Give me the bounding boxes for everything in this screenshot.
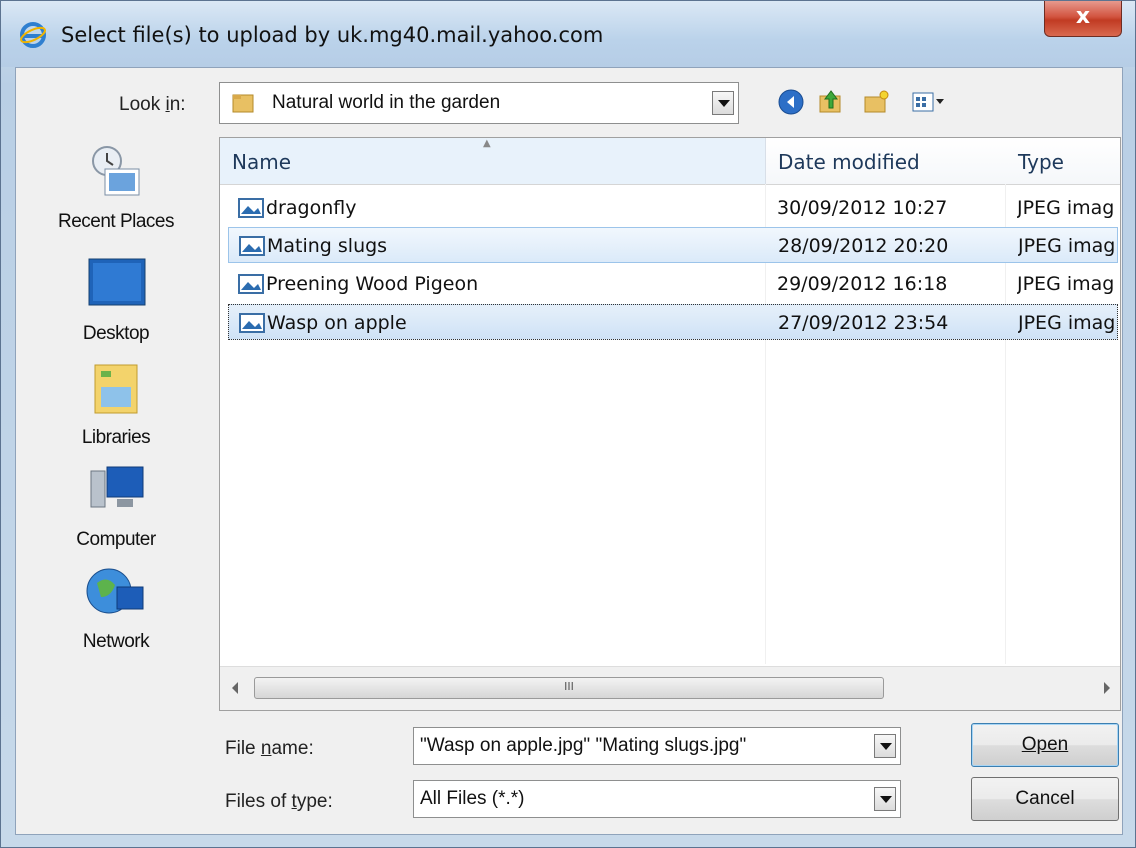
column-header-name[interactable] (220, 138, 766, 184)
sidebar-item-desktop[interactable]: Desktop (41, 255, 191, 345)
up-folder-icon[interactable] (817, 88, 845, 116)
sidebar-item-label: Recent Places (57, 211, 175, 232)
file-row-dragonfly[interactable]: dragonfly 30/09/2012 10:27 JPEG imag (228, 190, 1118, 226)
open-button[interactable]: Open (971, 723, 1119, 767)
file-date: 28/09/2012 20:20 (778, 235, 949, 257)
scroll-thumb[interactable]: III (254, 677, 884, 699)
sort-ascending-icon: ▲ (483, 138, 491, 149)
file-name-label: File name: (225, 738, 314, 759)
recent-places-icon (92, 146, 140, 196)
view-menu-icon[interactable] (911, 88, 947, 116)
open-button-label: Open (1021, 734, 1069, 755)
computer-icon (90, 466, 144, 508)
file-type-value: All Files (*.*) (420, 788, 525, 809)
scroll-left-arrow-icon[interactable] (230, 681, 240, 695)
look-in-label: Look in: (119, 94, 186, 115)
desktop-icon (88, 258, 146, 306)
sidebar-item-label: Libraries (81, 427, 151, 448)
file-type: JPEG imag (1018, 312, 1116, 334)
cancel-button[interactable]: Cancel (971, 777, 1119, 821)
column-header-name-label[interactable]: Name (232, 150, 291, 174)
internet-explorer-icon (20, 22, 46, 48)
horizontal-scrollbar[interactable]: III (220, 666, 1120, 710)
look-in-value: Natural world in the garden (272, 92, 501, 113)
file-name: Wasp on apple (267, 312, 407, 334)
file-row-mating-slugs[interactable]: Mating slugs 28/09/2012 20:20 JPEG imag (228, 227, 1118, 263)
file-name-input[interactable]: "Wasp on apple.jpg" "Mating slugs.jpg" (413, 727, 901, 765)
file-name-dropdown-button[interactable] (874, 734, 896, 758)
file-date: 27/09/2012 23:54 (778, 312, 949, 334)
new-folder-icon[interactable] (863, 88, 891, 116)
file-dialog-window: Select file(s) to upload by uk.mg40.mail… (0, 0, 1136, 848)
file-name: Mating slugs (267, 235, 388, 257)
file-name: dragonfly (266, 197, 357, 219)
image-file-icon (239, 236, 265, 256)
image-file-icon (238, 274, 264, 294)
close-button[interactable]: x (1044, 1, 1122, 37)
scroll-right-arrow-icon[interactable] (1102, 681, 1112, 695)
sidebar-item-label: Desktop (82, 323, 150, 344)
sidebar-item-recent-places[interactable]: Recent Places (41, 143, 191, 233)
back-icon[interactable] (777, 88, 805, 116)
file-type: JPEG imag (1017, 273, 1115, 295)
file-name: Preening Wood Pigeon (266, 273, 479, 295)
folder-icon (232, 94, 254, 113)
file-list[interactable]: ▲ Name Date modified Type dragonfly 30/0… (219, 137, 1121, 711)
file-date: 29/09/2012 16:18 (777, 273, 948, 295)
sidebar-item-label: Computer (76, 529, 156, 550)
file-type-select[interactable]: All Files (*.*) (413, 780, 901, 818)
file-type-dropdown-button[interactable] (874, 787, 896, 811)
libraries-icon (94, 364, 138, 414)
file-row-wasp-on-apple[interactable]: Wasp on apple 27/09/2012 23:54 JPEG imag (228, 304, 1118, 340)
file-row-preening-wood-pigeon[interactable]: Preening Wood Pigeon 29/09/2012 16:18 JP… (228, 266, 1118, 302)
file-date: 30/09/2012 10:27 (777, 197, 948, 219)
column-header-row: ▲ Name Date modified Type (220, 138, 1120, 185)
image-file-icon (238, 198, 264, 218)
network-icon (86, 568, 144, 614)
sidebar-item-libraries[interactable]: Libraries (41, 359, 191, 449)
file-type: JPEG imag (1018, 235, 1116, 257)
column-header-date-modified[interactable]: Date modified (778, 150, 920, 174)
look-in-dropdown-button[interactable] (712, 91, 734, 115)
sidebar-item-network[interactable]: Network (41, 563, 191, 653)
file-type-label: Files of type: (225, 791, 333, 812)
title-bar[interactable]: Select file(s) to upload by uk.mg40.mail… (1, 1, 1135, 67)
window-title: Select file(s) to upload by uk.mg40.mail… (61, 23, 604, 47)
column-header-type[interactable]: Type (1018, 150, 1064, 174)
sidebar-item-computer[interactable]: Computer (41, 461, 191, 551)
sidebar-item-label: Network (82, 631, 150, 652)
file-name-value: "Wasp on apple.jpg" "Mating slugs.jpg" (420, 735, 747, 756)
look-in-combo[interactable]: Natural world in the garden (219, 82, 739, 124)
file-type: JPEG imag (1017, 197, 1115, 219)
image-file-icon (239, 313, 265, 333)
